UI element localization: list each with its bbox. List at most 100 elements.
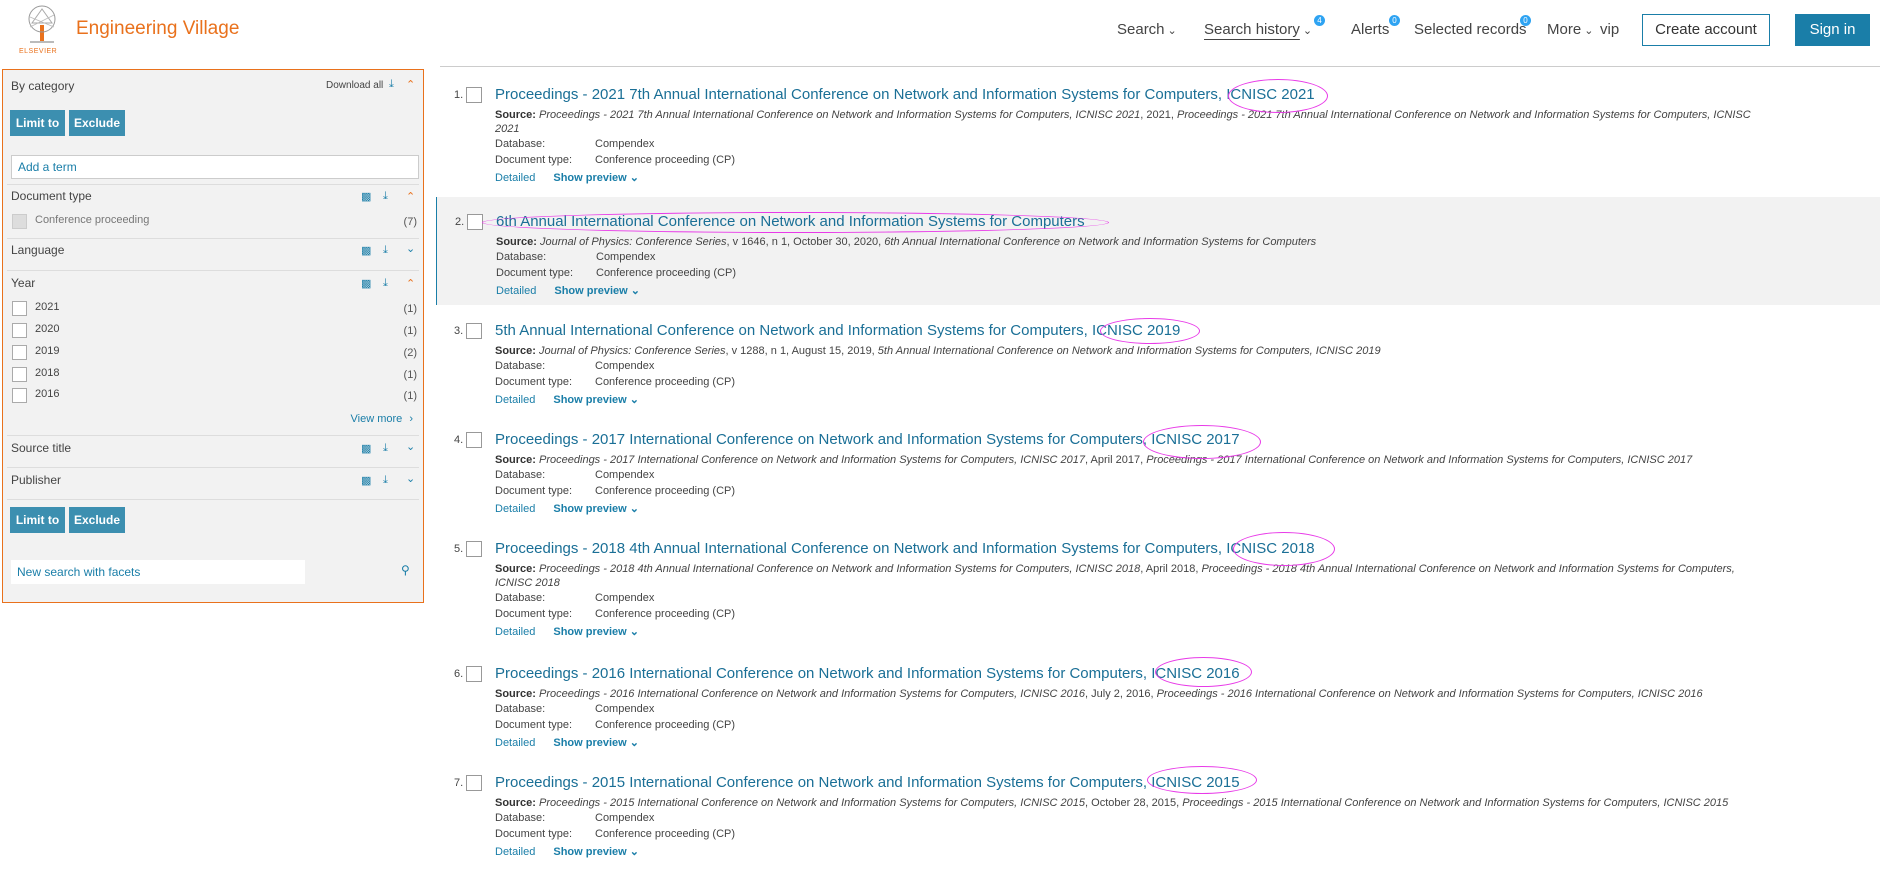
annotation-ellipse bbox=[482, 212, 1109, 233]
top-header: ELSEVIER Engineering Village Search ⌄ Sea… bbox=[0, 0, 1880, 58]
result-checkbox[interactable] bbox=[467, 214, 483, 230]
result-title-link[interactable]: Proceedings - 2015 International Confere… bbox=[495, 774, 1240, 791]
download-icon[interactable]: ⤓ bbox=[383, 474, 388, 487]
chevron-down-icon: ⌄ bbox=[629, 846, 639, 858]
nav-vip[interactable]: vip bbox=[1600, 21, 1619, 38]
annotation-ellipse bbox=[1228, 79, 1328, 113]
chevron-down-icon: ⌄ bbox=[629, 394, 639, 406]
result-source: Source: Journal of Physics: Conference S… bbox=[495, 344, 1775, 358]
show-preview-link[interactable]: Show preview ⌄ bbox=[553, 737, 639, 749]
elsevier-tree-logo[interactable] bbox=[18, 3, 66, 51]
nav-search[interactable]: Search ⌄ bbox=[1117, 21, 1177, 38]
download-icon[interactable]: ⤓ bbox=[383, 442, 388, 455]
bar-chart-icon[interactable]: ▩ bbox=[361, 442, 371, 455]
download-icon[interactable]: ⤓ bbox=[389, 78, 394, 91]
source-title: Journal of Physics: Conference Series bbox=[539, 345, 726, 357]
database-value: Compendex bbox=[595, 812, 655, 824]
result-checkbox[interactable] bbox=[466, 666, 482, 682]
detailed-link[interactable]: Detailed bbox=[496, 285, 536, 297]
download-icon[interactable]: ⤓ bbox=[383, 190, 388, 203]
result-title-link[interactable]: Proceedings - 2018 4th Annual Internatio… bbox=[495, 540, 1315, 557]
facet-label: Conference proceeding bbox=[35, 214, 150, 226]
nav-alerts[interactable]: Alerts bbox=[1351, 21, 1389, 38]
detailed-link[interactable]: Detailed bbox=[495, 846, 535, 858]
year-item-label: 2021 bbox=[35, 301, 60, 313]
result-document-type: Document type: Conference proceeding (CP) bbox=[495, 608, 735, 620]
annotation-ellipse bbox=[1100, 318, 1200, 344]
chevron-down-icon[interactable]: ⌄ bbox=[406, 472, 415, 485]
download-icon[interactable]: ⤓ bbox=[383, 244, 388, 257]
source-label: Source: bbox=[495, 454, 536, 466]
year-checkbox[interactable] bbox=[12, 345, 27, 360]
chevron-up-icon[interactable]: ⌃ bbox=[406, 277, 415, 290]
year-checkbox[interactable] bbox=[12, 388, 27, 403]
exclude-button[interactable]: Exclude bbox=[69, 507, 125, 533]
chevron-up-icon[interactable]: ⌃ bbox=[406, 78, 415, 91]
chevron-down-icon: ⌄ bbox=[1302, 25, 1313, 37]
detailed-link[interactable]: Detailed bbox=[495, 394, 535, 406]
show-preview-link[interactable]: Show preview ⌄ bbox=[553, 503, 639, 515]
language-label[interactable]: Language bbox=[11, 243, 64, 257]
result-title-link[interactable]: Proceedings - 2017 International Confere… bbox=[495, 431, 1240, 448]
show-preview-link[interactable]: Show preview ⌄ bbox=[553, 846, 639, 858]
document-type-label: Document type: bbox=[495, 828, 573, 840]
document-type-label: Document type: bbox=[495, 376, 573, 388]
sign-in-button[interactable]: Sign in bbox=[1795, 14, 1870, 46]
bar-chart-icon[interactable]: ▩ bbox=[361, 190, 371, 203]
nav-selected-records[interactable]: Selected records bbox=[1414, 21, 1527, 38]
source-label: Source: bbox=[495, 109, 536, 121]
document-type-label[interactable]: Document type bbox=[11, 189, 92, 203]
add-term-input[interactable]: Add a term bbox=[11, 155, 419, 179]
result-number: 2. bbox=[455, 216, 465, 228]
result-checkbox[interactable] bbox=[466, 541, 482, 557]
source-details: , April 2018, bbox=[1140, 563, 1202, 575]
show-preview-link[interactable]: Show preview ⌄ bbox=[553, 626, 639, 638]
bar-chart-icon[interactable]: ▩ bbox=[361, 474, 371, 487]
result-links: Detailed Show preview ⌄ bbox=[495, 625, 639, 638]
result-checkbox[interactable] bbox=[466, 323, 482, 339]
result-number: 5. bbox=[454, 543, 464, 555]
show-preview-link[interactable]: Show preview ⌄ bbox=[553, 172, 639, 184]
bar-chart-icon[interactable]: ▩ bbox=[361, 277, 371, 290]
result-document-type: Document type: Conference proceeding (CP) bbox=[495, 719, 735, 731]
nav-search-history[interactable]: Search history ⌄ bbox=[1204, 21, 1312, 38]
show-preview-link[interactable]: Show preview ⌄ bbox=[554, 285, 640, 297]
divider bbox=[7, 435, 419, 436]
new-search-with-facets-input[interactable]: New search with facets bbox=[11, 560, 305, 584]
result-title-link[interactable]: 5th Annual International Conference on N… bbox=[495, 322, 1180, 339]
detailed-link[interactable]: Detailed bbox=[495, 172, 535, 184]
result-database: Database: Compendex bbox=[496, 251, 655, 263]
nav-more[interactable]: More ⌄ bbox=[1547, 21, 1593, 38]
detailed-link[interactable]: Detailed bbox=[495, 503, 535, 515]
result-links: Detailed Show preview ⌄ bbox=[495, 171, 639, 184]
download-icon[interactable]: ⤓ bbox=[383, 277, 388, 290]
exclude-button[interactable]: Exclude bbox=[69, 110, 125, 136]
publisher-label[interactable]: Publisher bbox=[11, 473, 61, 487]
detailed-link[interactable]: Detailed bbox=[495, 626, 535, 638]
brand-title[interactable]: Engineering Village bbox=[76, 18, 239, 40]
database-value: Compendex bbox=[596, 251, 656, 263]
limit-to-button[interactable]: Limit to bbox=[10, 110, 65, 136]
chevron-up-icon[interactable]: ⌃ bbox=[406, 190, 415, 203]
chevron-down-icon[interactable]: ⌄ bbox=[406, 440, 415, 453]
year-checkbox[interactable] bbox=[12, 367, 27, 382]
create-account-button[interactable]: Create account bbox=[1642, 14, 1770, 46]
show-preview-label: Show preview bbox=[553, 737, 627, 749]
search-icon[interactable]: ⚲ bbox=[401, 563, 410, 577]
bar-chart-icon[interactable]: ▩ bbox=[361, 244, 371, 257]
result-checkbox[interactable] bbox=[466, 87, 482, 103]
year-checkbox[interactable] bbox=[12, 301, 27, 316]
result-checkbox[interactable] bbox=[466, 775, 482, 791]
limit-to-button[interactable]: Limit to bbox=[10, 507, 65, 533]
result-checkbox[interactable] bbox=[466, 432, 482, 448]
result-title-link[interactable]: Proceedings - 2021 7th Annual Internatio… bbox=[495, 86, 1315, 103]
detailed-link[interactable]: Detailed bbox=[495, 737, 535, 749]
year-label[interactable]: Year bbox=[11, 276, 35, 290]
year-checkbox[interactable] bbox=[12, 323, 27, 338]
show-preview-link[interactable]: Show preview ⌄ bbox=[553, 394, 639, 406]
source-title-label[interactable]: Source title bbox=[11, 441, 71, 455]
view-more-link[interactable]: View more › bbox=[351, 413, 414, 425]
chevron-down-icon[interactable]: ⌄ bbox=[406, 242, 415, 255]
download-all-link[interactable]: Download all bbox=[326, 80, 383, 91]
result-title-link[interactable]: Proceedings - 2016 International Confere… bbox=[495, 665, 1240, 682]
